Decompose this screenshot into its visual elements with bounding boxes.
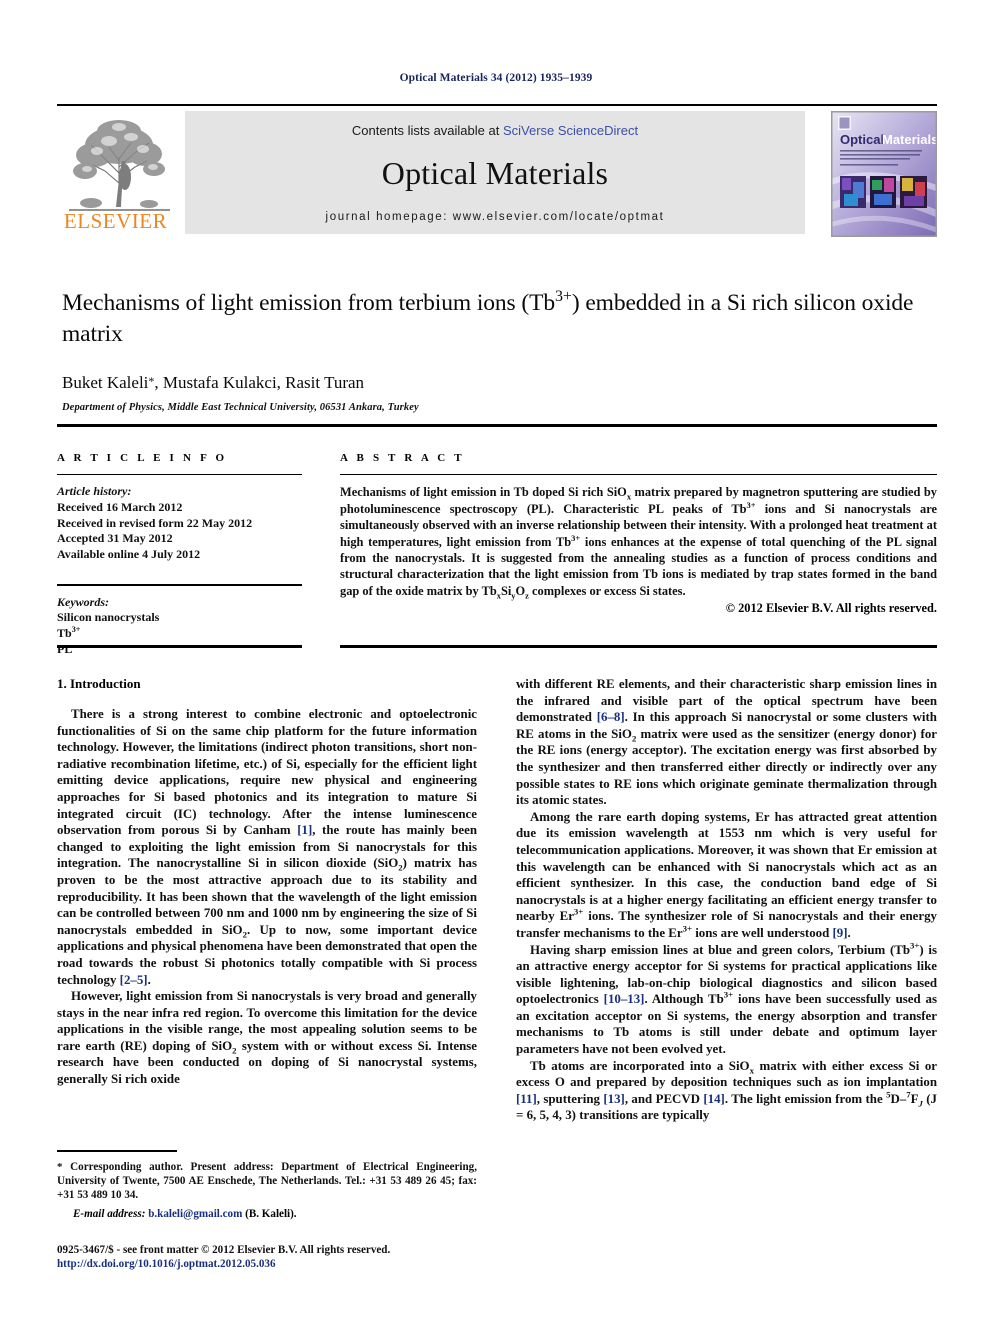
contents-lists-prefix: Contents lists available at bbox=[351, 123, 503, 138]
abstract-block-top-rule bbox=[57, 424, 937, 427]
para-seg: . The light emission from the bbox=[724, 1091, 887, 1106]
footnote-rule bbox=[57, 1150, 177, 1152]
para-sup: 3+ bbox=[573, 907, 584, 918]
keyword-item: Tb3+ bbox=[57, 624, 302, 642]
para-seg: . Although Tb bbox=[644, 992, 724, 1007]
footnote-body: Corresponding author. Present address: D… bbox=[57, 1160, 477, 1201]
abstract-sup: 3+ bbox=[571, 532, 581, 543]
title-block: Mechanisms of light emission from terbiu… bbox=[62, 288, 937, 413]
journal-band: Contents lists available at SciVerse Sci… bbox=[185, 111, 805, 234]
paragraph: There is a strong interest to combine el… bbox=[57, 706, 477, 988]
keyword-tb-base: Tb bbox=[57, 625, 72, 640]
journal-cover-thumbnail: Optical Materials bbox=[831, 111, 937, 237]
article-history: Article history: Received 16 March 2012 … bbox=[57, 484, 302, 562]
email-link[interactable]: b.kaleli@gmail.com bbox=[148, 1208, 242, 1220]
keyword-item: PL bbox=[57, 641, 73, 656]
author-list: Buket Kaleli*, Mustafa Kulakci, Rasit Tu… bbox=[62, 373, 937, 393]
section-heading-introduction: 1. Introduction bbox=[57, 676, 141, 691]
keywords-list: Keywords: Silicon nanocrystals Tb3+ PL bbox=[57, 595, 302, 657]
body-column-left: 1. Introduction There is a strong intere… bbox=[57, 676, 477, 1088]
para-seg: Tb atoms are incorporated into a SiO bbox=[530, 1058, 750, 1073]
body-column-right: with different RE elements, and their ch… bbox=[516, 676, 937, 1124]
article-info-bottom-rule bbox=[57, 645, 302, 648]
sciencedirect-link[interactable]: SciVerse ScienceDirect bbox=[503, 123, 638, 138]
paragraph: Having sharp emission lines at blue and … bbox=[516, 940, 937, 1058]
abstract-bottom-rule bbox=[340, 645, 937, 648]
abstract-copyright: © 2012 Elsevier B.V. All rights reserved… bbox=[725, 601, 937, 616]
citation-ref[interactable]: [13] bbox=[603, 1092, 624, 1106]
para-seg: , sputtering bbox=[536, 1091, 604, 1106]
citation-ref[interactable]: [9] bbox=[833, 926, 848, 940]
para-seg: ions are well understood bbox=[692, 925, 833, 940]
abstract-seg: Mechanisms of light emission in Tb doped… bbox=[340, 485, 627, 500]
keywords-rule bbox=[57, 584, 302, 586]
para-seg: . bbox=[847, 925, 851, 940]
title-superscript: 3+ bbox=[555, 288, 572, 306]
author-primary: Buket Kaleli bbox=[62, 373, 149, 392]
keyword-item: Silicon nanocrystals bbox=[57, 610, 160, 625]
page-title: Mechanisms of light emission from terbiu… bbox=[62, 288, 937, 350]
para-seg: . bbox=[147, 972, 151, 987]
para-seg: D– bbox=[890, 1091, 907, 1106]
article-info-column: A R T I C L E I N F O Article history: R… bbox=[57, 452, 302, 657]
citation-ref[interactable]: [2–5] bbox=[120, 973, 148, 987]
citation-ref[interactable]: [6–8] bbox=[597, 710, 625, 724]
para-sup: 3+ bbox=[682, 923, 692, 934]
abstract-seg: O bbox=[515, 583, 526, 598]
citation-ref[interactable]: [10–13] bbox=[604, 992, 645, 1006]
article-info-rule bbox=[57, 474, 302, 476]
abstract-heading: A B S T R A C T bbox=[340, 452, 465, 464]
article-info-heading: A R T I C L E I N F O bbox=[57, 452, 228, 464]
affiliation: Department of Physics, Middle East Techn… bbox=[62, 402, 419, 413]
abstract-seg: complexes or excess Si states. bbox=[528, 583, 686, 598]
abstract-seg: Si bbox=[500, 583, 512, 598]
paragraph: Among the rare earth doping systems, Er … bbox=[516, 809, 937, 942]
para-sup: 3+ bbox=[723, 989, 734, 1000]
abstract-sup: 3+ bbox=[746, 499, 756, 510]
citation-ref[interactable]: [14] bbox=[703, 1092, 724, 1106]
paragraph: with different RE elements, and their ch… bbox=[516, 676, 937, 809]
abstract-rule bbox=[340, 474, 937, 476]
imprint-block: 0925-3467/$ - see front matter © 2012 El… bbox=[57, 1243, 527, 1272]
citation-ref[interactable]: [11] bbox=[516, 1092, 537, 1106]
elsevier-wordmark: ELSEVIER bbox=[63, 209, 168, 233]
keywords-label: Keywords: bbox=[57, 594, 109, 609]
abstract-text: Mechanisms of light emission in Tb doped… bbox=[340, 484, 937, 599]
paragraph: Tb atoms are incorporated into a SiOx ma… bbox=[516, 1058, 937, 1124]
footnote-text: * Corresponding author. Present address:… bbox=[57, 1160, 477, 1203]
email-address-label: E-mail address: bbox=[73, 1208, 146, 1221]
journal-masthead: ELSEVIER Contents lists available at Sci… bbox=[57, 104, 937, 237]
svg-text:Optical: Optical bbox=[840, 132, 884, 147]
history-received: Received 16 March 2012 bbox=[57, 499, 183, 514]
journal-title: Optical Materials bbox=[381, 155, 609, 191]
corresponding-author-footnote: * Corresponding author. Present address:… bbox=[57, 1150, 477, 1220]
abstract-column: A B S T R A C T Mechanisms of light emis… bbox=[340, 452, 937, 616]
para-seg: , and PECVD bbox=[624, 1091, 704, 1106]
history-revised: Received in revised form 22 May 2012 bbox=[57, 515, 253, 530]
footnote-email-line: E-mail address: b.kaleli@gmail.com (B. K… bbox=[57, 1208, 477, 1220]
paragraph: However, light emission from Si nanocrys… bbox=[57, 988, 477, 1088]
author-rest: , Mustafa Kulakci, Rasit Turan bbox=[154, 373, 365, 392]
contents-lists-line: Contents lists available at SciVerse Sci… bbox=[185, 123, 805, 138]
para-seg: F bbox=[910, 1091, 919, 1106]
journal-homepage-line[interactable]: journal homepage: www.elsevier.com/locat… bbox=[185, 211, 805, 223]
journal-article-page: Optical Materials 34 (2012) 1935–1939 EL… bbox=[0, 0, 992, 1323]
doi-link[interactable]: http://dx.doi.org/10.1016/j.optmat.2012.… bbox=[57, 1257, 527, 1271]
para-seg: There is a strong interest to combine el… bbox=[57, 707, 477, 838]
running-head-citation: Optical Materials 34 (2012) 1935–1939 bbox=[399, 72, 593, 84]
article-history-label: Article history: bbox=[57, 484, 132, 499]
history-online: Available online 4 July 2012 bbox=[57, 546, 201, 561]
keyword-tb-superscript: 3+ bbox=[71, 624, 81, 634]
email-owner: (B. Kaleli). bbox=[245, 1208, 297, 1221]
para-sup: 3+ bbox=[910, 940, 920, 951]
title-text-part-1: Mechanisms of light emission from terbiu… bbox=[62, 290, 556, 316]
svg-text:Materials: Materials bbox=[882, 132, 936, 147]
history-accepted: Accepted 31 May 2012 bbox=[57, 531, 173, 546]
issn-copyright-line: 0925-3467/$ - see front matter © 2012 El… bbox=[57, 1244, 391, 1256]
para-seg: Having sharp emission lines at blue and … bbox=[530, 942, 911, 957]
citation-ref[interactable]: [1] bbox=[297, 823, 312, 837]
